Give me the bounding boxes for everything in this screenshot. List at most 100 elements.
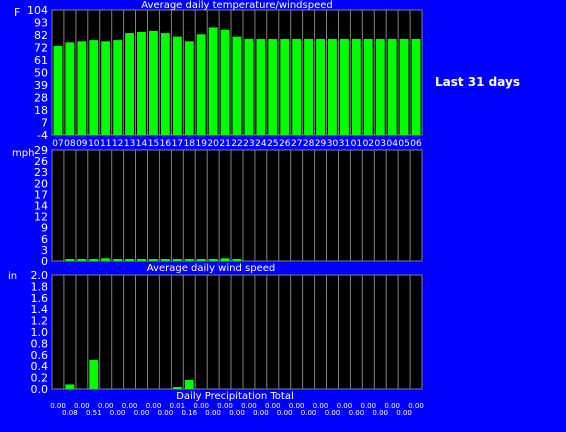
temperature-bar — [280, 38, 290, 135]
temperature-y-tick-label: 7 — [41, 117, 48, 130]
precipitation-value-label: 0.00 — [396, 409, 412, 417]
day-label: 09 — [76, 139, 88, 149]
day-label: 15 — [148, 139, 159, 149]
wind-bar — [220, 258, 230, 261]
temperature-chart-title: Average daily temperature/windspeed — [141, 0, 332, 11]
precipitation-value-label: 0.00 — [158, 409, 174, 417]
wind-y-tick-label: 0 — [41, 255, 48, 268]
temperature-y-tick-label: 93 — [34, 17, 48, 30]
weather-charts-page: 104 93 82 72 61 50 39 28 18 7 -4 Average daily tem… — [0, 0, 566, 428]
day-label: 11 — [100, 139, 111, 149]
wind-bar — [208, 259, 218, 261]
temperature-bar — [53, 45, 63, 135]
temperature-y-tick-label: 50 — [34, 67, 48, 80]
temperature-bar — [268, 38, 278, 135]
temperature-chart: 10493827261503928187-4 Average daily tem… — [14, 0, 423, 142]
day-label: 19 — [195, 139, 207, 149]
precipitation-plot-area — [52, 275, 422, 389]
day-label: 05 — [398, 139, 409, 149]
precipitation-y-label: in — [8, 271, 17, 282]
wind-bar — [184, 259, 194, 261]
temperature-bar — [196, 34, 206, 135]
temperature-bar — [220, 29, 230, 136]
precipitation-y-ticks: 2.01.81.61.41.21.00.80.60.40.20.0 — [31, 269, 49, 396]
precipitation-value-label: 0.00 — [134, 409, 150, 417]
wind-y-label: mph — [12, 148, 34, 159]
temperature-bar — [292, 38, 302, 135]
wind-bar — [89, 259, 99, 261]
precipitation-bar — [65, 384, 75, 389]
precipitation-value-labels: 0.000.080.000.510.000.000.000.000.000.00… — [50, 402, 424, 417]
temperature-y-tick-label: 72 — [34, 42, 48, 55]
precipitation-bar — [184, 379, 194, 389]
wind-bar — [125, 259, 134, 261]
wind-bar — [77, 259, 87, 261]
temperature-bar — [77, 41, 87, 136]
day-label: 06 — [410, 139, 422, 149]
day-label: 01 — [351, 139, 362, 149]
temperature-bar — [65, 42, 75, 135]
day-label: 14 — [136, 139, 148, 149]
temperature-y-tick-label: 61 — [34, 54, 48, 67]
day-label: 03 — [374, 139, 385, 149]
temperature-y-tick-label: 39 — [34, 79, 48, 92]
precipitation-value-label: 0.08 — [62, 409, 78, 417]
wind-bar — [65, 259, 75, 261]
day-label: 10 — [88, 139, 100, 149]
day-label: 13 — [124, 139, 135, 149]
wind-y-ticks: 292623201714129630 — [34, 144, 48, 268]
precipitation-value-label: 0.00 — [110, 409, 126, 417]
day-label: 22 — [231, 139, 242, 149]
temperature-bar — [184, 41, 194, 136]
weather-charts-svg: 10493827261503928187-4 Average daily tem… — [8, 0, 424, 417]
precipitation-value-label: 0.51 — [86, 409, 102, 417]
temperature-bar — [149, 30, 158, 135]
temperature-bar — [256, 38, 266, 135]
day-label: 17 — [172, 139, 183, 149]
precipitation-value-label: 0.00 — [277, 409, 293, 417]
day-label: 27 — [291, 139, 302, 149]
day-label: 26 — [279, 139, 291, 149]
temperature-bar — [375, 38, 385, 135]
precipitation-bar — [89, 359, 99, 389]
temperature-y-tick-label: 18 — [34, 104, 48, 117]
temperature-bar — [125, 33, 134, 135]
day-label: 16 — [160, 139, 172, 149]
temperature-bar — [232, 36, 242, 135]
wind-bar — [160, 259, 170, 261]
temperature-bar — [411, 38, 421, 135]
precipitation-value-label: 0.00 — [301, 409, 317, 417]
day-label: 29 — [315, 139, 327, 149]
day-label: 20 — [207, 139, 219, 149]
wind-bar — [113, 259, 123, 261]
precipitation-y-tick-label: 0.0 — [31, 383, 49, 396]
temperature-bar — [160, 33, 170, 135]
day-label: 31 — [339, 139, 350, 149]
day-label: 23 — [243, 139, 254, 149]
day-label: 25 — [267, 139, 278, 149]
precipitation-value-label: 0.00 — [349, 409, 365, 417]
temperature-y-tick-label: 82 — [34, 29, 48, 42]
precipitation-value-label: 0.00 — [372, 409, 388, 417]
period-label: Last 31 days — [435, 75, 520, 89]
day-label: 02 — [363, 139, 374, 149]
temperature-bar — [399, 38, 409, 135]
wind-bar — [149, 259, 158, 261]
wind-bar — [137, 259, 146, 261]
day-label: 08 — [64, 139, 76, 149]
precipitation-value-label: 0.00 — [408, 402, 424, 410]
day-label: 28 — [303, 139, 315, 149]
wind-bar — [196, 259, 206, 261]
temperature-bar — [328, 38, 337, 135]
wind-bar — [232, 259, 242, 261]
precipitation-bar — [172, 387, 182, 389]
day-label: 18 — [184, 139, 196, 149]
temperature-bar — [244, 38, 254, 135]
temperature-bar — [89, 40, 99, 135]
temperature-bar — [340, 38, 349, 135]
precipitation-value-label: 0.00 — [325, 409, 341, 417]
temperature-bar — [304, 38, 313, 135]
precipitation-value-label: 0.00 — [229, 409, 245, 417]
day-label: 07 — [52, 139, 63, 149]
day-label: 04 — [386, 139, 398, 149]
